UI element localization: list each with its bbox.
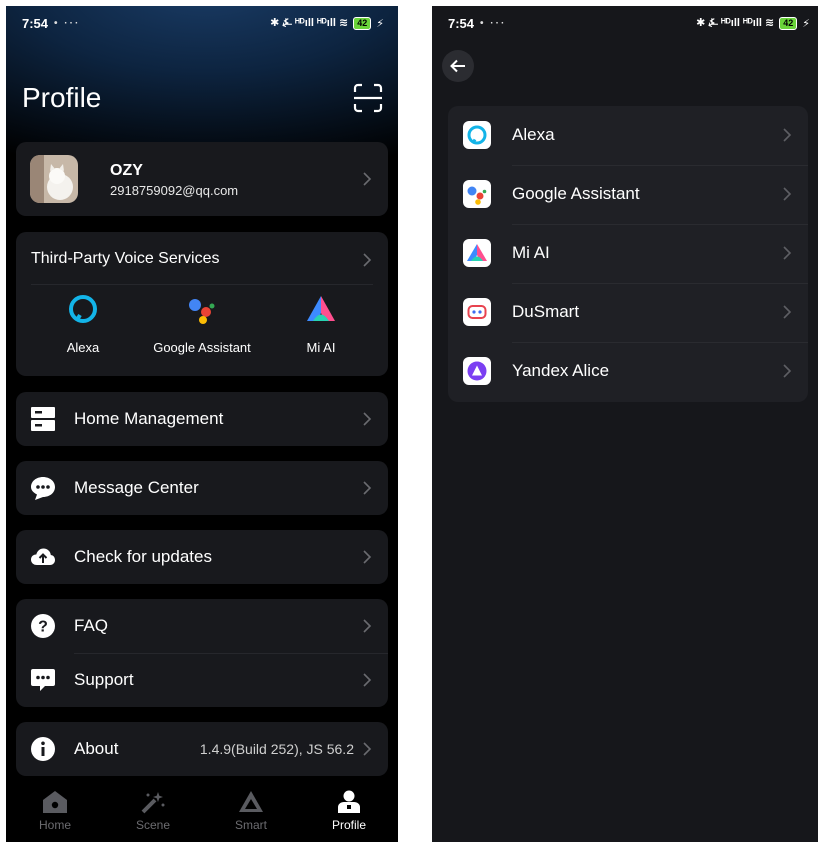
- service-label: DuSmart: [512, 302, 580, 321]
- chevron-right-icon: [363, 742, 372, 756]
- service-row-alexa[interactable]: Alexa: [448, 106, 808, 165]
- tab-profile[interactable]: Profile: [300, 778, 398, 842]
- user-card[interactable]: OZY 2918759092@qq.com: [16, 142, 388, 216]
- service-row-dusmart[interactable]: DuSmart: [448, 283, 808, 342]
- mi-ai-icon: [463, 239, 491, 267]
- status-notification-dots: • ···: [54, 17, 81, 29]
- user-email: 2918759092@qq.com: [110, 183, 239, 198]
- voice-item-alexa[interactable]: Alexa: [23, 292, 143, 355]
- mi-ai-icon: [304, 292, 338, 326]
- status-icons: ✱ ⍼ ᴴᴰıll ᴴᴰıll ≋: [696, 17, 775, 29]
- alexa-icon: [66, 292, 100, 326]
- chevron-right-icon: [363, 619, 372, 633]
- battery-icon: 42: [779, 16, 798, 30]
- service-row-yandex-alice[interactable]: Yandex Alice: [448, 342, 808, 401]
- chevron-right-icon: [363, 550, 372, 564]
- tab-home[interactable]: Home: [6, 778, 104, 842]
- user-name: OZY: [110, 162, 143, 179]
- tab-label: Scene: [135, 818, 171, 832]
- voice-item-google-assistant[interactable]: Google Assistant: [142, 292, 262, 355]
- status-bar: 7:54 • ··· ✱ ⍼ ᴴᴰıll ᴴᴰıll ≋ 42 ⚡: [6, 6, 398, 40]
- chevron-right-icon: [783, 305, 792, 319]
- svg-text:?: ?: [38, 619, 48, 636]
- app-version: 1.4.9(Build 252), JS 56.2: [199, 741, 354, 757]
- voice-item-mi-ai[interactable]: Mi AI: [261, 292, 381, 355]
- voice-item-label: Google Assistant: [153, 340, 251, 355]
- tab-label: Profile: [331, 818, 366, 832]
- profile-icon: [335, 788, 363, 816]
- google-assistant-icon: [185, 292, 219, 326]
- status-time: 7:54: [448, 15, 475, 31]
- home-management-row[interactable]: Home Management: [16, 392, 388, 446]
- back-button[interactable]: [442, 50, 474, 82]
- voice-services-list: Alexa Google Assistant Mi AI DuSmart Yan…: [448, 106, 808, 402]
- smart-icon: [237, 788, 265, 816]
- dusmart-icon: [463, 298, 491, 326]
- page-title: Profile: [22, 82, 102, 113]
- voice-item-label: Mi AI: [306, 340, 336, 355]
- chevron-right-icon: [363, 172, 372, 186]
- home-management-icon: [30, 406, 56, 432]
- chevron-right-icon: [363, 481, 372, 495]
- avatar: [30, 155, 78, 203]
- home-icon: [41, 788, 69, 816]
- chevron-right-icon: [783, 364, 792, 378]
- message-center-row[interactable]: Message Center: [16, 461, 388, 515]
- yandex-alice-icon: [463, 357, 491, 385]
- battery-icon: 42: [353, 16, 372, 30]
- cloud-upload-icon: [30, 544, 56, 570]
- voice-item-label: Alexa: [66, 340, 100, 355]
- charging-icon: ⚡: [376, 17, 384, 30]
- status-bar: 7:54 • ··· ✱ ⍼ ᴴᴰıll ᴴᴰıll ≋ 42 ⚡: [432, 6, 818, 40]
- voice-services-card: Third-Party Voice Services Alexa Google …: [16, 232, 388, 376]
- voice-services-title[interactable]: Third-Party Voice Services: [31, 250, 220, 268]
- tab-label: Home: [38, 818, 71, 832]
- row-label: Check for updates: [74, 547, 212, 566]
- info-icon: [30, 736, 56, 762]
- alexa-icon: [463, 121, 491, 149]
- chevron-right-icon: [363, 673, 372, 687]
- support-row[interactable]: Support: [16, 653, 388, 707]
- chevron-right-icon: [783, 246, 792, 260]
- divider: [31, 284, 373, 285]
- row-label: Home Management: [74, 409, 224, 428]
- row-label: Support: [74, 670, 134, 689]
- status-icons: ✱ ⍼ ᴴᴰıll ᴴᴰıll ≋: [270, 17, 349, 29]
- service-row-google-assistant[interactable]: Google Assistant: [448, 165, 808, 224]
- scene-icon: [139, 788, 167, 816]
- help-card: ? FAQ Support: [16, 599, 388, 707]
- tab-label: Smart: [234, 818, 267, 832]
- question-icon: ?: [30, 613, 56, 639]
- chevron-right-icon: [363, 412, 372, 426]
- voice-services-screen: 7:54 • ··· ✱ ⍼ ᴴᴰıll ᴴᴰıll ≋ 42 ⚡ Alexa …: [432, 6, 818, 842]
- row-label: About: [74, 739, 119, 758]
- tab-smart[interactable]: Smart: [202, 778, 300, 842]
- scan-icon[interactable]: [352, 82, 384, 114]
- status-time: 7:54: [22, 15, 49, 31]
- service-label: Alexa: [512, 125, 555, 144]
- row-label: FAQ: [74, 616, 109, 635]
- chat-bubble-icon: [30, 475, 56, 501]
- charging-icon: ⚡: [802, 17, 810, 30]
- chevron-right-icon: [783, 128, 792, 142]
- service-row-mi-ai[interactable]: Mi AI: [448, 224, 808, 283]
- arrow-left-icon: [450, 59, 465, 73]
- check-updates-row[interactable]: Check for updates: [16, 530, 388, 584]
- profile-screen: 7:54 • ··· ✱ ⍼ ᴴᴰıll ᴴᴰıll ≋ 42 ⚡ Profil…: [6, 6, 398, 842]
- status-notification-dots: • ···: [480, 17, 507, 29]
- faq-row[interactable]: ? FAQ: [16, 599, 388, 653]
- support-chat-icon: [30, 667, 56, 693]
- row-label: Message Center: [74, 478, 199, 497]
- chevron-right-icon: [783, 187, 792, 201]
- bottom-tab-bar: Home Scene Smart Profile: [6, 778, 398, 842]
- google-assistant-icon: [463, 180, 491, 208]
- tab-scene[interactable]: Scene: [104, 778, 202, 842]
- about-row[interactable]: About 1.4.9(Build 252), JS 56.2: [16, 722, 388, 776]
- chevron-right-icon[interactable]: [362, 252, 372, 268]
- service-label: Mi AI: [512, 243, 550, 262]
- service-label: Yandex Alice: [512, 361, 610, 380]
- service-label: Google Assistant: [512, 184, 640, 203]
